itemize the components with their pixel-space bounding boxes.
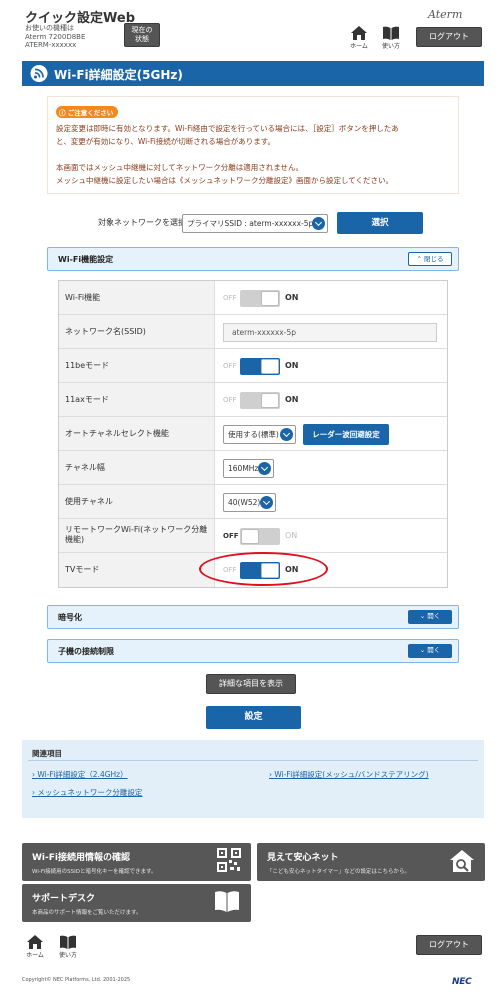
table-row: 11axモード OFF ON <box>59 383 447 417</box>
logout-button[interactable]: ログアウト <box>416 27 482 47</box>
row-label: オートチャネルセレクト機能 <box>59 417 215 450</box>
footer-home-button[interactable]: ホーム <box>24 935 46 959</box>
chevron-down-icon <box>280 428 293 441</box>
table-row: チャネル幅 160MHz <box>59 451 447 485</box>
network-select[interactable]: プライマリSSID : aterm-xxxxxx-5p <box>182 214 328 233</box>
section-title: Wi-Fi機能設定 <box>58 255 114 264</box>
row-label: 使用チャネル <box>59 485 215 518</box>
notice-badge: ⓘ ご注意ください <box>56 106 119 118</box>
footer-logout-button[interactable]: ログアウト <box>416 935 482 955</box>
apply-button[interactable]: 設定 <box>206 706 301 729</box>
remote-work-wifi-toggle[interactable]: OFF ON <box>223 528 313 545</box>
wifi-section-header[interactable]: Wi-Fi機能設定 ⌃ 閉じる <box>47 247 459 271</box>
notice-text: 本画面ではメッシュ中継機に対してネットワーク分離は適用されません。 <box>56 163 304 172</box>
footer-help-button[interactable]: 使い方 <box>57 935 79 959</box>
expand-button[interactable]: ⌄ 開く <box>408 644 452 658</box>
row-label: 11beモード <box>59 349 215 382</box>
chevron-down-icon <box>260 496 273 509</box>
expand-button[interactable]: ⌄ 開く <box>408 610 452 624</box>
notice-text: と、変更が有効になり、Wi-Fi接続が切断される場合があります。 <box>56 137 276 146</box>
tile-mieteanshin[interactable]: 見えて安心ネット 「こども安心ネットタイマー」などの設定はこちらから。 <box>257 843 485 881</box>
row-label: チャネル幅 <box>59 451 215 484</box>
page-title-bar: Wi-Fi詳細設定(5GHz) <box>22 61 484 86</box>
chevron-down-icon <box>258 462 271 475</box>
page-title: Wi-Fi詳細設定(5GHz) <box>54 68 183 82</box>
channel-width-select[interactable]: 160MHz <box>223 459 274 478</box>
related-links: 関連項目 › Wi-Fi詳細設定（2.4GHz） › Wi-Fi詳細設定(メッシ… <box>22 740 484 818</box>
device-info: お使いの機種は Aterm 7200D8BE ATERM-xxxxxx <box>25 24 86 49</box>
nec-logo: NEC <box>452 977 472 987</box>
link-wifi-mesh[interactable]: › Wi-Fi詳細設定(メッシュ/バンドステアリング) <box>269 769 429 780</box>
wifi-settings-table: Wi-Fi機能 OFF ON ネットワーク名(SSID) aterm-xxxxx… <box>58 280 448 588</box>
table-row: リモートワークWi-Fi(ネットワーク分離 機能) OFF ON <box>59 519 447 553</box>
brand-logo: Aterm <box>428 8 463 21</box>
radar-avoidance-button[interactable]: レーダー波回避設定 <box>303 424 389 445</box>
client-limit-section-header[interactable]: 子機の接続制限 ⌄ 開く <box>47 639 459 663</box>
book-icon <box>383 26 399 40</box>
section-title: 暗号化 <box>58 613 82 622</box>
copyright: Copyright© NEC Platforms, Ltd. 2001-2025 <box>22 977 131 983</box>
11be-mode-toggle[interactable]: OFF ON <box>223 358 313 375</box>
row-label: Wi-Fi機能 <box>59 281 215 314</box>
chevron-down-icon <box>312 217 325 230</box>
auto-channel-select[interactable]: 使用する(標準) <box>223 425 296 444</box>
book-icon <box>60 935 76 949</box>
table-row: ネットワーク名(SSID) aterm-xxxxxx-5p <box>59 315 447 349</box>
row-label: 11axモード <box>59 383 215 416</box>
encryption-section-header[interactable]: 暗号化 ⌄ 開く <box>47 605 459 629</box>
notice-text: 設定変更は即時に有効となります。Wi-Fi経由で設定を行っている場合には、［設定… <box>56 124 399 133</box>
network-select-label: 対象ネットワークを選択 <box>98 218 186 227</box>
wifi-icon <box>30 65 48 82</box>
wifi-function-toggle[interactable]: OFF ON <box>223 290 313 307</box>
tile-support-desk[interactable]: サポートデスク 本商品のサポート情報をご覧いただけます。 <box>22 884 251 922</box>
related-title: 関連項目 <box>32 749 62 758</box>
table-row: オートチャネルセレクト機能 使用する(標準) レーダー波回避設定 <box>59 417 447 451</box>
tile-wifi-info[interactable]: Wi-Fi接続用情報の確認 Wi-Fi接続用のSSIDと暗号化キーを確認できます… <box>22 843 251 881</box>
ssid-field[interactable]: aterm-xxxxxx-5p <box>223 323 437 342</box>
show-details-button[interactable]: 詳細な項目を表示 <box>206 674 296 694</box>
home-icon <box>351 26 367 40</box>
collapse-button[interactable]: ⌃ 閉じる <box>408 252 452 266</box>
row-label: リモートワークWi-Fi(ネットワーク分離 機能) <box>59 519 215 552</box>
current-status-button[interactable]: 現在の 状態 <box>124 23 160 47</box>
link-wifi-2.4ghz[interactable]: › Wi-Fi詳細設定（2.4GHz） <box>32 769 128 780</box>
help-button[interactable]: 使い方 <box>380 26 402 50</box>
qr-code-icon <box>217 848 241 872</box>
table-row: Wi-Fi機能 OFF ON <box>59 281 447 315</box>
channel-select[interactable]: 40(W52) <box>223 493 276 512</box>
home-search-icon <box>450 850 474 872</box>
11ax-mode-toggle[interactable]: OFF ON <box>223 392 313 409</box>
home-button[interactable]: ホーム <box>348 26 370 50</box>
link-mesh-separation[interactable]: › メッシュネットワーク分離設定 <box>32 787 142 798</box>
row-label: TVモード <box>59 553 215 587</box>
select-network-button[interactable]: 選択 <box>337 212 423 234</box>
header: クイック設定Web お使いの機種は Aterm 7200D8BE ATERM-x… <box>0 0 500 56</box>
row-label: ネットワーク名(SSID) <box>59 315 215 348</box>
highlight-annotation <box>199 552 328 586</box>
table-row: 11beモード OFF ON <box>59 349 447 383</box>
notice-text: メッシュ中継機に設定したい場合は《メッシュネットワーク分離設定》画面から設定して… <box>56 176 394 185</box>
section-title: 子機の接続制限 <box>58 647 114 656</box>
table-row: 使用チャネル 40(W52) <box>59 485 447 519</box>
notice-box: ⓘ ご注意ください 設定変更は即時に有効となります。Wi-Fi経由で設定を行って… <box>47 96 459 194</box>
book-icon <box>215 891 239 912</box>
home-icon <box>27 935 43 949</box>
